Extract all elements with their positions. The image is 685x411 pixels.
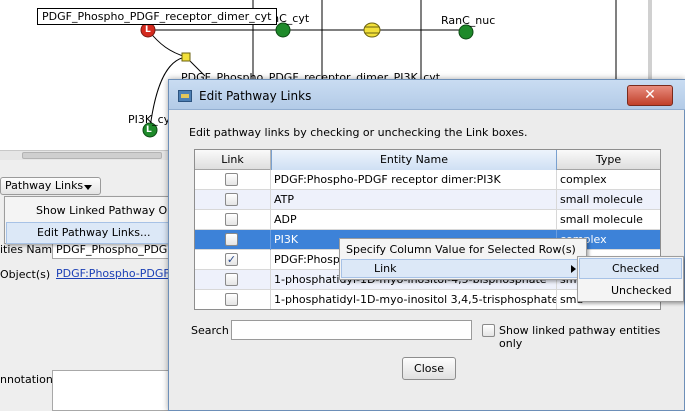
row-context-menu: Specify Column Value for Selected Row(s)…	[339, 238, 587, 280]
close-window-icon[interactable]: ✕	[627, 85, 673, 106]
ranc-cyt-node	[275, 22, 291, 38]
dialog-instruction: Edit pathway links by checking or unchec…	[189, 126, 528, 139]
node-tooltip: PDGF_Phospho_PDGF_receptor_dimer_cyt	[37, 8, 277, 25]
pathway-links-label: Pathway Links	[5, 179, 84, 192]
table-header: Link Entity Name Type	[195, 150, 660, 170]
menu-item-link-label: Link	[374, 262, 397, 275]
objects-field: PDGF:Phospho-PDGF rec	[52, 265, 172, 283]
type-cell: complex	[557, 170, 660, 190]
link-cell	[195, 270, 271, 290]
column-header-link[interactable]: Link	[195, 150, 271, 170]
menu-item-specify-column-value[interactable]: Specify Column Value for Selected Row(s)	[341, 240, 585, 259]
transition-oval-icon	[363, 22, 381, 38]
horizontal-scrollbar[interactable]	[0, 150, 175, 160]
ranc-nuc-node	[458, 24, 474, 40]
menu-item-checked[interactable]: Checked	[579, 258, 682, 279]
link-cell	[195, 230, 271, 250]
show-linked-only-checkbox[interactable]	[482, 324, 495, 337]
name-field-label: ities Name	[0, 243, 59, 256]
link-cell	[195, 210, 271, 230]
menu-item-unchecked[interactable]: Unchecked	[579, 280, 682, 301]
objects-field-label: Object(s)	[0, 268, 51, 281]
entity-name-cell: ADP	[271, 210, 557, 230]
annotation-label: nnotation	[0, 373, 53, 386]
link-checkbox[interactable]	[225, 193, 238, 206]
dialog-titlebar[interactable]: Edit Pathway Links ✕	[169, 80, 685, 110]
pathway-links-button[interactable]: Pathway Links	[0, 177, 101, 195]
close-button[interactable]: Close	[402, 357, 456, 380]
ranc-nuc-label: RanC_nuc	[441, 14, 496, 27]
linked-object-link[interactable]: PDGF:Phospho-PDGF rec	[56, 267, 171, 280]
link-cell: ✓	[195, 250, 271, 270]
column-header-type[interactable]: Type	[557, 150, 660, 170]
type-cell: small molecule	[557, 190, 660, 210]
column-header-entity-name[interactable]: Entity Name	[271, 150, 557, 170]
table-row[interactable]: PDGF:Phospho-PDGF receptor dimer:PI3K co…	[195, 170, 660, 190]
dialog-title: Edit Pathway Links	[199, 89, 312, 103]
link-checkbox[interactable]	[225, 213, 238, 226]
table-row[interactable]: ATP small molecule	[195, 190, 660, 210]
show-linked-only-label: Show linked pathway entities only	[499, 324, 661, 350]
link-submenu: Checked Unchecked	[577, 256, 684, 302]
yellow-reaction-square	[181, 52, 191, 62]
table-row[interactable]: ADP small molecule	[195, 210, 660, 230]
link-cell	[195, 170, 271, 190]
link-checkbox[interactable]	[225, 173, 238, 186]
caret-down-icon	[84, 185, 92, 190]
search-input[interactable]	[231, 320, 472, 340]
submenu-arrow-icon	[571, 265, 576, 273]
search-label: Search	[191, 324, 229, 337]
link-checkbox[interactable]	[225, 293, 238, 306]
type-cell: small molecule	[557, 210, 660, 230]
l-marker: L	[145, 25, 151, 35]
link-checkbox[interactable]	[225, 273, 238, 286]
annotation-textarea[interactable]	[52, 370, 172, 411]
link-cell	[195, 290, 271, 309]
link-checkbox-checked[interactable]: ✓	[225, 253, 238, 266]
entity-name-cell: 1-phosphatidyl-1D-myo-inositol 3,4,5-tri…	[271, 290, 557, 309]
link-cell	[195, 190, 271, 210]
menu-item-link[interactable]: Link	[341, 259, 585, 278]
entity-name-cell: ATP	[271, 190, 557, 210]
app-icon	[178, 90, 192, 102]
link-checkbox[interactable]	[225, 233, 238, 246]
horizontal-scroll-thumb[interactable]	[22, 152, 162, 159]
entity-name-cell: PDGF:Phospho-PDGF receptor dimer:PI3K	[271, 170, 557, 190]
